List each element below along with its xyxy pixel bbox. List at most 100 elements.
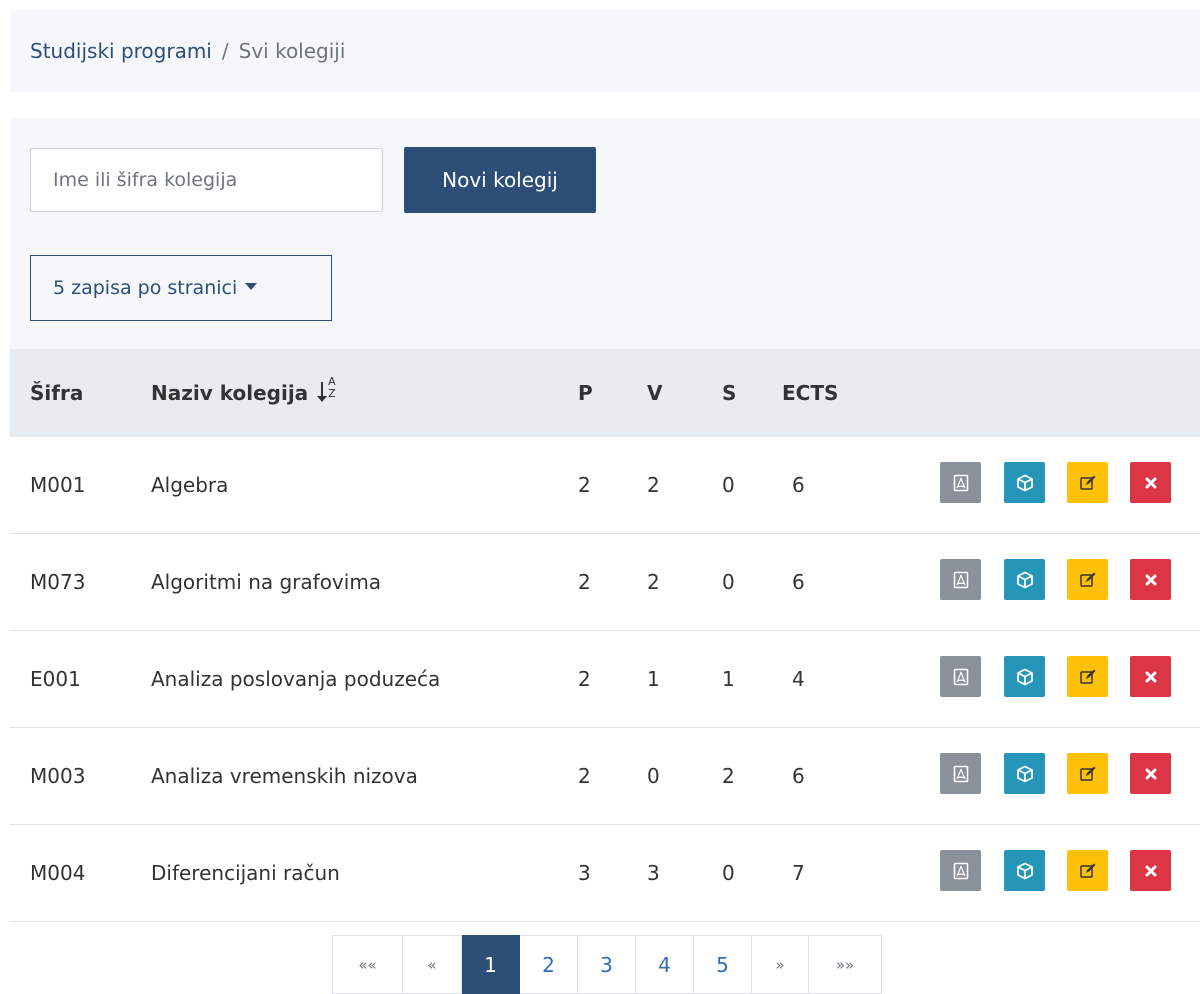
cube-icon (1016, 474, 1033, 491)
delete-button[interactable] (1130, 850, 1171, 891)
cell-v: 1 (647, 667, 660, 691)
cell-name: Algoritmi na grafovima (151, 570, 382, 594)
cell-p: 2 (578, 764, 591, 788)
cube-button[interactable] (1004, 559, 1045, 600)
cell-name: Analiza poslovanja poduzeća (151, 667, 441, 691)
edit-button[interactable] (1067, 462, 1108, 503)
cell-code: M001 (30, 473, 86, 497)
page-4[interactable]: 4 (636, 935, 694, 994)
table-row: M073 Algoritmi na grafovima 2 2 0 6 (10, 534, 1200, 631)
cell-s: 0 (722, 861, 735, 885)
edit-button[interactable] (1067, 850, 1108, 891)
edit-icon (1079, 475, 1095, 490)
cube-button[interactable] (1004, 753, 1045, 794)
cell-p: 2 (578, 667, 591, 691)
cell-name: Algebra (151, 473, 229, 497)
pdf-button[interactable] (940, 850, 981, 891)
delete-icon (1145, 671, 1156, 682)
pdf-button[interactable] (940, 559, 981, 600)
pdf-button[interactable] (940, 753, 981, 794)
table-row: E001 Analiza poslovanja poduzeća 2 1 1 4 (10, 631, 1200, 728)
cell-s: 1 (722, 667, 735, 691)
breadcrumb: Studijski programi / Svi kolegiji (10, 10, 1200, 92)
column-header-s[interactable]: S (722, 349, 736, 437)
new-course-button[interactable]: Novi kolegij (404, 147, 596, 213)
cell-ects: 6 (792, 764, 805, 788)
breadcrumb-current: Svi kolegiji (238, 39, 346, 63)
cell-ects: 6 (792, 473, 805, 497)
cell-v: 2 (647, 473, 660, 497)
column-header-name-label: Naziv kolegija (151, 381, 309, 405)
cube-icon (1016, 668, 1033, 685)
page-5[interactable]: 5 (694, 935, 752, 994)
edit-icon (1079, 669, 1095, 684)
edit-icon (1079, 766, 1095, 781)
pdf-icon (953, 474, 968, 491)
delete-button[interactable] (1130, 559, 1171, 600)
table-header: Šifra Naziv kolegija A Z P V S ECTS (10, 349, 1200, 437)
pdf-icon (953, 862, 968, 879)
breadcrumb-link-programs[interactable]: Studijski programi (30, 39, 212, 63)
page-first[interactable]: «« (332, 935, 403, 994)
cube-button[interactable] (1004, 462, 1045, 503)
page-2[interactable]: 2 (520, 935, 578, 994)
cell-s: 2 (722, 764, 735, 788)
delete-icon (1145, 574, 1156, 585)
table-row: M003 Analiza vremenskih nizova 2 0 2 6 (10, 728, 1200, 825)
column-header-v[interactable]: V (647, 349, 662, 437)
edit-button[interactable] (1067, 656, 1108, 697)
per-page-label: 5 zapisa po stranici (53, 277, 238, 299)
page-3[interactable]: 3 (578, 935, 636, 994)
cell-code: E001 (30, 667, 81, 691)
cell-name: Diferencijani račun (151, 861, 340, 885)
cell-name: Analiza vremenskih nizova (151, 764, 418, 788)
delete-button[interactable] (1130, 656, 1171, 697)
cell-code: M073 (30, 570, 86, 594)
cube-icon (1016, 862, 1033, 879)
column-header-name[interactable]: Naziv kolegija A Z (151, 349, 339, 437)
delete-icon (1145, 768, 1156, 779)
pdf-button[interactable] (940, 462, 981, 503)
edit-button[interactable] (1067, 559, 1108, 600)
column-header-code[interactable]: Šifra (30, 349, 83, 437)
pdf-icon (953, 668, 968, 685)
caret-down-icon (245, 282, 258, 290)
pagination: «« « 1 2 3 4 5 » »» (332, 935, 882, 994)
breadcrumb-separator: / (221, 39, 229, 63)
page-next[interactable]: » (752, 935, 809, 994)
cell-s: 0 (722, 473, 735, 497)
sort-alpha-asc-icon: A Z (317, 375, 339, 404)
cell-v: 0 (647, 764, 660, 788)
cell-ects: 7 (792, 861, 805, 885)
cube-button[interactable] (1004, 656, 1045, 697)
cube-icon (1016, 765, 1033, 782)
edit-icon (1079, 572, 1095, 587)
cell-code: M003 (30, 764, 86, 788)
search-input[interactable] (30, 148, 383, 212)
page-1[interactable]: 1 (462, 935, 520, 994)
delete-icon (1145, 865, 1156, 876)
pdf-icon (953, 571, 968, 588)
per-page-dropdown[interactable]: 5 zapisa po stranici (30, 255, 332, 321)
column-header-ects[interactable]: ECTS (782, 349, 838, 437)
cell-v: 3 (647, 861, 660, 885)
edit-button[interactable] (1067, 753, 1108, 794)
cell-s: 0 (722, 570, 735, 594)
cell-v: 2 (647, 570, 660, 594)
cell-ects: 6 (792, 570, 805, 594)
pdf-button[interactable] (940, 656, 981, 697)
cell-p: 3 (578, 861, 591, 885)
cell-p: 2 (578, 473, 591, 497)
page-prev[interactable]: « (403, 935, 462, 994)
sort-letter-bottom: Z (328, 386, 336, 400)
pdf-icon (953, 765, 968, 782)
cube-icon (1016, 571, 1033, 588)
column-header-p[interactable]: P (578, 349, 593, 437)
table-row: M004 Diferencijani račun 3 3 0 7 (10, 825, 1200, 922)
delete-button[interactable] (1130, 753, 1171, 794)
cell-p: 2 (578, 570, 591, 594)
cube-button[interactable] (1004, 850, 1045, 891)
page-last[interactable]: »» (809, 935, 882, 994)
toolbar-panel: Novi kolegij 5 zapisa po stranici (10, 118, 1200, 349)
delete-button[interactable] (1130, 462, 1171, 503)
